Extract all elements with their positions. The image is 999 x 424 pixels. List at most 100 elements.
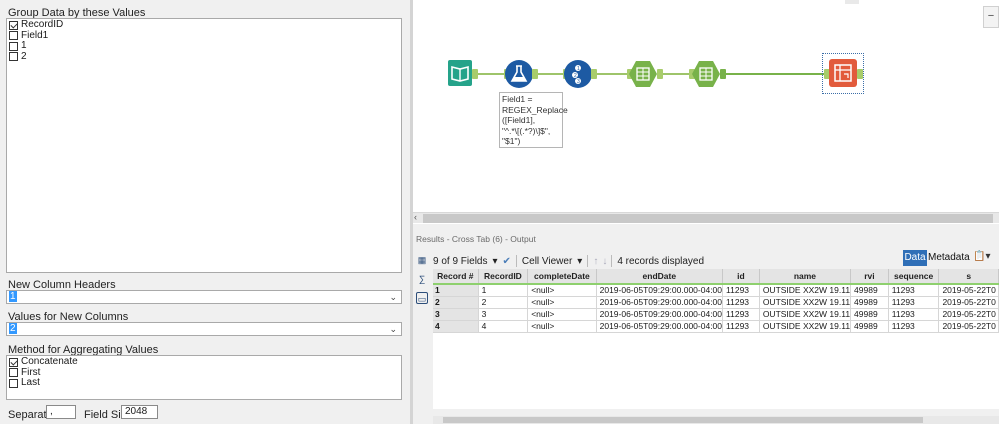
toolbar-divider <box>515 255 517 267</box>
group-field-label: 1 <box>21 40 27 52</box>
checkbox-icon[interactable] <box>9 41 18 51</box>
table-header-row: Record # RecordID completeDate endDate i… <box>433 269 999 285</box>
toolbar-divider <box>587 255 589 267</box>
column-header[interactable]: endDate <box>596 269 724 285</box>
formula-annotation: Field1 = REGEX_Replace ([Field1], "^.*\[… <box>499 92 568 148</box>
scrollbar-thumb[interactable] <box>423 214 993 223</box>
table-row[interactable]: 4 4 <null> 2019-06-05T09:29:00.000-04:00… <box>433 320 999 333</box>
connector-line <box>592 73 629 75</box>
checkbox-icon[interactable] <box>9 31 18 41</box>
table-cell: 11293 <box>888 320 940 333</box>
message-icon[interactable]: ▭ <box>416 292 428 304</box>
table-cell: 2019-06-05T09:29:00.000-04:00 <box>596 296 724 309</box>
checkbox-icon[interactable] <box>9 378 18 388</box>
scrollbar-thumb[interactable] <box>443 417 923 423</box>
column-header[interactable]: RecordID <box>478 269 529 285</box>
table-cell: 3 <box>478 308 529 321</box>
summary-icon[interactable]: ∑ <box>416 273 428 285</box>
arrow-up-icon[interactable]: ↑ <box>593 256 598 267</box>
table-cell: 11293 <box>722 283 760 297</box>
output-anchor <box>591 69 597 79</box>
column-header[interactable]: sequence <box>888 269 940 285</box>
method-last[interactable]: Last <box>7 378 401 389</box>
results-grid: Record # RecordID completeDate endDate i… <box>433 269 999 409</box>
connector-line <box>534 73 564 75</box>
table-cell: 2019-05-22T0 <box>938 296 999 309</box>
record-id-tool[interactable]: 1 2 3 <box>564 60 592 88</box>
table-cell: 4 <box>478 320 529 333</box>
collapse-button[interactable]: − <box>983 6 999 28</box>
method-concatenate[interactable]: Concatenate <box>7 357 401 368</box>
arrow-down-icon[interactable]: ↓ <box>602 256 607 267</box>
field-size-input[interactable]: 2048 <box>121 405 158 419</box>
table-cell: OUTSIDE XX2W 19.11 <box>759 308 852 321</box>
table-cell: 49989 <box>850 308 889 321</box>
chevron-down-icon[interactable]: ⌄ <box>389 291 397 303</box>
table-cell: 11293 <box>888 296 940 309</box>
checkbox-checked-icon[interactable] <box>9 20 18 30</box>
table-cell: <null> <box>527 296 597 309</box>
cross-tab-tool[interactable] <box>829 59 857 87</box>
copy-icon[interactable]: 📋▾ <box>973 251 999 265</box>
table-cell: OUTSIDE XX2W 19.11 <box>759 283 852 297</box>
table-cell: 3 <box>433 308 479 321</box>
workflow-canvas[interactable]: − 1 2 3 Field1 = REGEX_Replace ([Field1]… <box>413 0 999 224</box>
table-row[interactable]: 2 2 <null> 2019-06-05T09:29:00.000-04:00… <box>433 296 999 309</box>
table-row[interactable]: 3 3 <null> 2019-06-05T09:29:00.000-04:00… <box>433 308 999 321</box>
numbered-list-icon: 1 2 3 <box>572 65 581 85</box>
group-field-label: 2 <box>21 50 27 62</box>
group-field-1[interactable]: 1 <box>7 41 401 52</box>
apply-check-icon[interactable]: ✔ <box>503 256 511 267</box>
table-view-icon[interactable]: ▦ <box>416 254 428 266</box>
checkbox-checked-icon[interactable] <box>9 357 18 367</box>
group-field-2[interactable]: 2 <box>7 50 401 63</box>
separator-input[interactable]: , <box>46 405 76 419</box>
results-horizontal-scrollbar[interactable] <box>433 416 999 424</box>
group-field-recordid[interactable]: RecordID <box>7 20 401 31</box>
column-header[interactable]: name <box>759 269 852 285</box>
formula-tool[interactable] <box>505 60 533 88</box>
group-field-field1[interactable]: Field1 <box>7 30 401 42</box>
output-anchor <box>532 69 538 79</box>
column-header[interactable]: rvi <box>850 269 889 285</box>
chevron-down-icon[interactable]: ⌄ <box>389 323 397 335</box>
metadata-tab-button[interactable]: Metadata <box>928 250 970 266</box>
table-cell: 49989 <box>850 320 889 333</box>
text-to-columns-tool[interactable] <box>692 60 720 88</box>
toolbar-divider <box>611 255 613 267</box>
column-header[interactable]: completeDate <box>527 269 597 285</box>
table-cell: OUTSIDE XX2W 19.11 <box>759 296 852 309</box>
table-cell: 11293 <box>888 283 940 297</box>
table-cell: 2019-05-22T0 <box>938 308 999 321</box>
column-header[interactable]: Record # <box>433 269 479 285</box>
checkbox-icon[interactable] <box>9 368 18 378</box>
cell-viewer-button[interactable]: Cell Viewer <box>522 256 572 267</box>
chevron-down-icon[interactable]: ▾ <box>577 256 582 267</box>
table-cell: <null> <box>527 308 597 321</box>
output-anchor <box>657 69 663 79</box>
text-to-columns-tool[interactable] <box>629 60 657 88</box>
fields-selector[interactable]: 9 of 9 Fields <box>433 256 487 267</box>
chevron-down-icon[interactable]: ▾ <box>492 256 497 267</box>
new-column-headers-select[interactable]: 1 ⌄ <box>6 290 402 304</box>
table-cell: 11293 <box>722 308 760 321</box>
table-row[interactable]: 1 1 <null> 2019-06-05T09:29:00.000-04:00… <box>433 283 999 297</box>
checkbox-icon[interactable] <box>9 52 18 62</box>
canvas-tab-strip <box>413 0 999 4</box>
method-label: First <box>21 366 41 378</box>
values-for-new-columns-select[interactable]: 2 ⌄ <box>6 322 402 336</box>
column-header[interactable]: s <box>938 269 999 285</box>
input-data-tool[interactable] <box>448 60 472 86</box>
table-cell: <null> <box>527 283 597 297</box>
group-fields-list: RecordID Field1 1 2 <box>6 18 402 273</box>
method-first[interactable]: First <box>7 366 401 379</box>
column-header[interactable]: id <box>722 269 760 285</box>
table-cell: 2019-05-22T0 <box>938 283 999 297</box>
canvas-horizontal-scrollbar[interactable]: ‹ <box>413 212 999 223</box>
aggregation-method-list: Concatenate First Last <box>6 355 402 400</box>
method-label: Last <box>21 377 40 389</box>
table-cell: 2019-06-05T09:29:00.000-04:00 <box>596 308 724 321</box>
data-tab-button[interactable]: Data <box>903 250 927 266</box>
scroll-left-icon[interactable]: ‹ <box>414 212 417 222</box>
connector-line <box>720 73 827 75</box>
